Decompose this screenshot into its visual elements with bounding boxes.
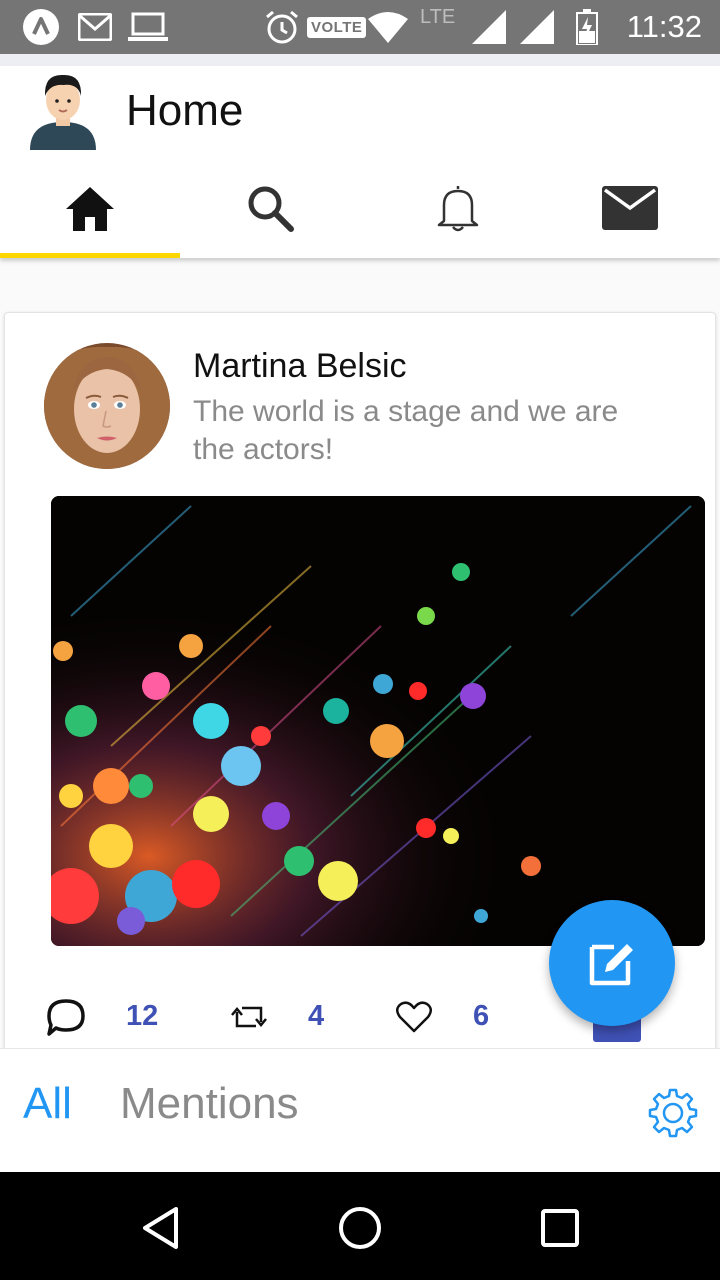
profile-avatar[interactable] <box>26 70 100 150</box>
tab-all[interactable]: All <box>23 1079 72 1129</box>
post-image[interactable] <box>51 496 705 946</box>
home-nav-button[interactable] <box>332 1200 388 1256</box>
network-type-label: LTE <box>420 5 456 28</box>
back-button[interactable] <box>132 1200 188 1256</box>
app-header: Home <box>0 66 720 158</box>
tab-messages[interactable] <box>540 158 720 258</box>
like-button[interactable] <box>393 996 435 1038</box>
retweet-button[interactable] <box>228 996 270 1038</box>
laptop-icon <box>128 8 168 46</box>
bell-icon <box>437 186 479 232</box>
top-tab-bar <box>0 158 720 258</box>
signal-icon <box>472 8 506 46</box>
app-notification-icon <box>22 8 60 46</box>
wifi-icon <box>368 8 408 46</box>
settings-button[interactable] <box>645 1085 701 1141</box>
comment-button[interactable] <box>45 996 87 1038</box>
post-author[interactable]: Martina Belsic <box>193 347 407 386</box>
edit-icon <box>589 944 633 986</box>
heart-icon <box>396 1001 432 1033</box>
retweet-count: 4 <box>308 1000 325 1032</box>
gear-icon <box>648 1088 698 1138</box>
mail-icon <box>602 186 658 230</box>
comment-count: 12 <box>126 1000 159 1032</box>
clock: 11:32 <box>626 9 702 44</box>
compose-button[interactable] <box>549 900 675 1026</box>
like-count: 6 <box>473 1000 490 1032</box>
search-icon <box>248 186 294 232</box>
system-navigation-bar <box>0 1172 720 1280</box>
post-text: The world is a stage and we are the acto… <box>193 395 619 466</box>
alarm-icon <box>264 8 300 46</box>
signal-icon <box>520 8 554 46</box>
tab-notifications[interactable] <box>368 158 548 258</box>
volte-icon: VOLTE <box>307 8 367 46</box>
recents-button[interactable] <box>532 1200 588 1256</box>
back-icon <box>143 1207 178 1249</box>
retweet-icon <box>231 1006 267 1028</box>
square-recents-icon <box>541 1209 579 1247</box>
comment-icon <box>47 999 85 1036</box>
circle-home-icon <box>339 1207 381 1249</box>
page-title: Home <box>126 86 244 135</box>
home-icon <box>66 187 114 231</box>
status-bar: VOLTE LTE 11:32 <box>0 0 720 54</box>
status-bar-divider <box>0 54 720 66</box>
gmail-icon <box>78 8 112 46</box>
bottom-tab-bar: All Mentions <box>0 1048 720 1172</box>
tab-mentions[interactable]: Mentions <box>120 1079 299 1129</box>
battery-charging-icon <box>576 8 598 46</box>
author-avatar[interactable] <box>44 343 170 469</box>
tab-search[interactable] <box>180 158 360 258</box>
active-tab-indicator <box>0 253 180 258</box>
tab-home[interactable] <box>0 158 180 258</box>
